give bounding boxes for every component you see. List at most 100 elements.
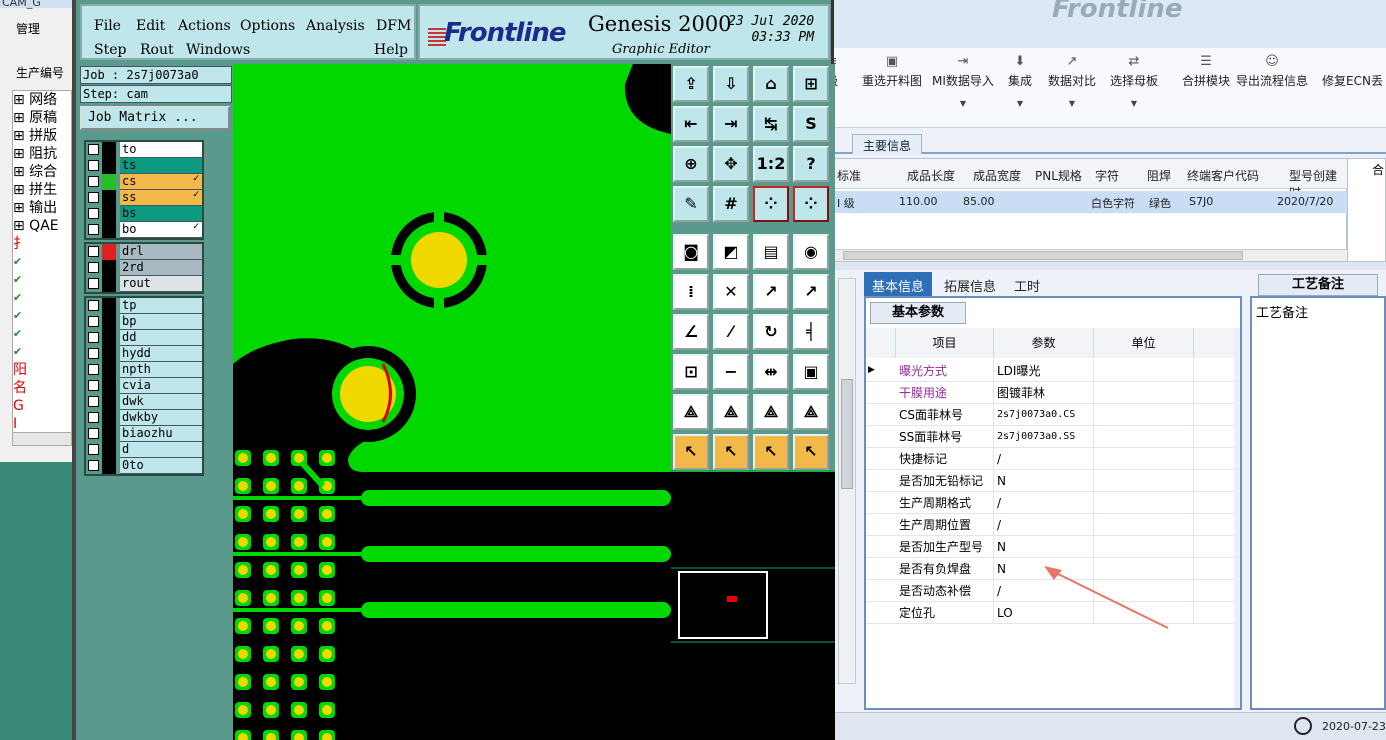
- tool-button[interactable]: ∠: [673, 314, 709, 350]
- table-row[interactable]: 生产周期格式 /: [866, 492, 1240, 514]
- param-unit[interactable]: [1094, 470, 1194, 492]
- table-row[interactable]: 快捷标记 /: [866, 448, 1240, 470]
- summary-grid-row[interactable]: I 级 110.00 85.00 白色字符 绿色 S7J0 2020/7/20: [833, 191, 1348, 213]
- tool-button[interactable]: ↖: [753, 434, 789, 470]
- param-value[interactable]: LDI曝光: [994, 360, 1094, 382]
- toolbar-button[interactable]: ☺ 导出流程信息: [1236, 52, 1308, 89]
- job-matrix-button[interactable]: Job Matrix ...: [80, 106, 230, 130]
- tool-button[interactable]: ↻: [753, 314, 789, 350]
- tool-button[interactable]: ▣: [793, 354, 829, 390]
- toolbar-button[interactable]: 修复ECN丢: [1322, 52, 1383, 89]
- layer-checkbox[interactable]: [88, 332, 99, 343]
- tool-button[interactable]: ◙: [673, 234, 709, 270]
- tree-item[interactable]: ⊞ 阻抗: [13, 145, 71, 163]
- layer-row[interactable]: dd: [86, 330, 202, 346]
- tab-basic[interactable]: 基本信息: [864, 272, 933, 296]
- menu-options[interactable]: Options: [240, 18, 295, 34]
- layer-row[interactable]: npth: [86, 362, 202, 378]
- tree-item[interactable]: ✔: [13, 289, 71, 307]
- tool-button[interactable]: 1:2: [753, 146, 789, 182]
- layer-row[interactable]: 0to: [86, 458, 202, 474]
- tool-button[interactable]: ↗: [753, 274, 789, 310]
- layer-checkbox[interactable]: [88, 176, 99, 187]
- layer-row[interactable]: dwk: [86, 394, 202, 410]
- tool-button[interactable]: ⇥: [713, 106, 749, 142]
- table-row[interactable]: ▶ 曝光方式 LDI曝光: [866, 360, 1240, 382]
- tree-item[interactable]: ✔: [13, 343, 71, 361]
- tree-item[interactable]: ✔: [13, 271, 71, 289]
- tree-item[interactable]: ⊞ 网络: [13, 91, 71, 109]
- tool-button[interactable]: ⊞: [793, 66, 829, 102]
- tab-process-notes[interactable]: 工艺备注: [1258, 274, 1378, 296]
- layer-checkbox[interactable]: [88, 300, 99, 311]
- tool-button[interactable]: ⊕: [673, 146, 709, 182]
- menu-windows[interactable]: Windows: [186, 42, 250, 58]
- tool-button[interactable]: ▤: [753, 234, 789, 270]
- layer-row[interactable]: ts: [86, 158, 202, 174]
- layer-checkbox[interactable]: [88, 348, 99, 359]
- tool-button[interactable]: −: [713, 354, 749, 390]
- layer-checkbox[interactable]: [88, 192, 99, 203]
- layer-row[interactable]: drl: [86, 244, 202, 260]
- tool-button[interactable]: ⟁: [793, 394, 829, 430]
- layer-row[interactable]: cvia: [86, 378, 202, 394]
- tool-button[interactable]: ⁘: [793, 186, 829, 222]
- tool-button[interactable]: ◉: [793, 234, 829, 270]
- tool-button[interactable]: ↗: [793, 274, 829, 310]
- layer-row[interactable]: d: [86, 442, 202, 458]
- layer-row[interactable]: bo ✓: [86, 222, 202, 238]
- toolbar-button[interactable]: ↗ 数据对比 ▼: [1048, 52, 1096, 108]
- tool-button[interactable]: ◩: [713, 234, 749, 270]
- param-unit[interactable]: [1094, 404, 1194, 426]
- graphic-canvas[interactable]: [233, 64, 671, 740]
- toolbar-button[interactable]: ⬇ 集成 ▼: [1008, 52, 1032, 108]
- tree-item[interactable]: ⊞ 拼生: [13, 181, 71, 199]
- layer-row[interactable]: rout: [86, 276, 202, 292]
- tree-item[interactable]: ⊞ 综合: [13, 163, 71, 181]
- tree-item[interactable]: 名: [13, 379, 71, 397]
- param-value[interactable]: /: [994, 514, 1094, 536]
- layer-row[interactable]: tp: [86, 298, 202, 314]
- layer-checkbox[interactable]: [88, 364, 99, 375]
- layer-checkbox[interactable]: [88, 412, 99, 423]
- tool-button[interactable]: ?: [793, 146, 829, 182]
- layer-checkbox[interactable]: [88, 160, 99, 171]
- layer-checkbox[interactable]: [88, 444, 99, 455]
- menu-dfm[interactable]: DFM: [376, 18, 411, 34]
- param-value[interactable]: 图镀菲林: [994, 382, 1094, 404]
- layer-row[interactable]: 2rd: [86, 260, 202, 276]
- param-value[interactable]: 2s7j0073a0.CS: [994, 404, 1094, 426]
- toolbar-button[interactable]: ☰ 合拼模块: [1182, 52, 1230, 89]
- param-value[interactable]: /: [994, 492, 1094, 514]
- tool-button[interactable]: ⇩: [713, 66, 749, 102]
- tool-button[interactable]: ⁄: [713, 314, 749, 350]
- layer-checkbox[interactable]: [88, 208, 99, 219]
- layer-row[interactable]: biaozhu: [86, 426, 202, 442]
- tool-button[interactable]: ⊡: [673, 354, 709, 390]
- tool-button[interactable]: S: [793, 106, 829, 142]
- layer-checkbox[interactable]: [88, 428, 99, 439]
- tool-button[interactable]: ✎: [673, 186, 709, 222]
- tool-button[interactable]: ⌂: [753, 66, 789, 102]
- layer-checkbox[interactable]: [88, 396, 99, 407]
- param-value[interactable]: N: [994, 536, 1094, 558]
- tool-button[interactable]: ✥: [713, 146, 749, 182]
- layer-row[interactable]: to: [86, 142, 202, 158]
- tree-item[interactable]: ⊞ QAE: [13, 217, 71, 235]
- param-value[interactable]: /: [994, 448, 1094, 470]
- tool-button[interactable]: ⁞: [673, 274, 709, 310]
- tree-item[interactable]: ✔: [13, 307, 71, 325]
- tool-button[interactable]: ⁘: [753, 186, 789, 222]
- param-unit[interactable]: [1094, 448, 1194, 470]
- param-value[interactable]: N: [994, 470, 1094, 492]
- menu-help[interactable]: Help: [374, 42, 408, 58]
- param-unit[interactable]: [1094, 426, 1194, 448]
- menu-manage[interactable]: 管理: [16, 20, 40, 37]
- param-unit[interactable]: [1094, 514, 1194, 536]
- toolbar-button[interactable]: ⇄ 选择母板 ▼: [1110, 52, 1158, 108]
- param-value[interactable]: 2s7j0073a0.SS: [994, 426, 1094, 448]
- layer-checkbox[interactable]: [88, 460, 99, 471]
- tree-item[interactable]: ⊞ 原稿: [13, 109, 71, 127]
- table-row[interactable]: 生产周期位置 /: [866, 514, 1240, 536]
- layer-checkbox[interactable]: [88, 278, 99, 289]
